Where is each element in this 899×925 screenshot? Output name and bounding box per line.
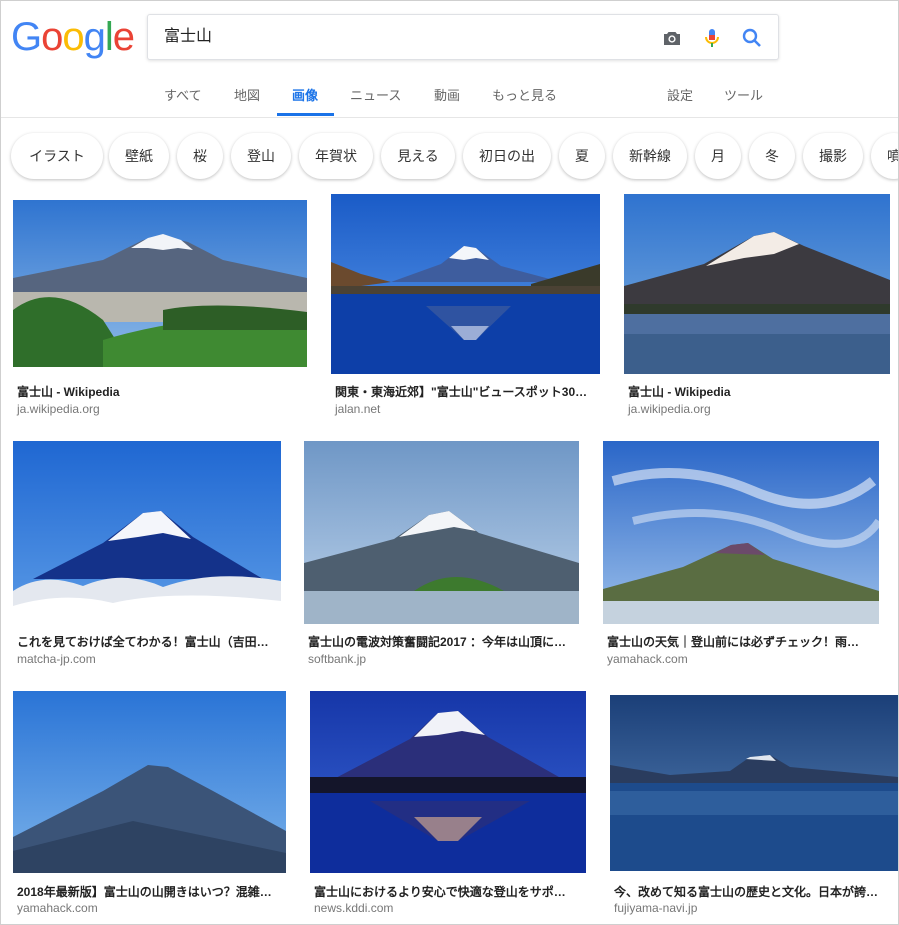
result-source: yamahack.com xyxy=(17,901,98,915)
result-thumbnail[interactable] xyxy=(624,194,890,374)
logo-letter: g xyxy=(83,15,106,59)
image-result[interactable]: 富士山におけるより安心で快適な登山をサポ… news.kddi.com xyxy=(310,691,586,915)
logo-letter: e xyxy=(112,15,135,59)
tab-maps[interactable]: 地図 xyxy=(234,85,260,104)
tab-images[interactable]: 画像 xyxy=(292,85,318,104)
result-title[interactable]: 富士山 - Wikipedia xyxy=(17,383,305,400)
result-thumbnail[interactable] xyxy=(331,194,600,374)
mic-icon[interactable] xyxy=(700,26,724,50)
chip[interactable]: 撮影 xyxy=(803,133,863,179)
chip[interactable]: 初日の出 xyxy=(463,133,551,179)
image-result[interactable]: これを見ておけば全てわかる！富士山（吉田… matcha-jp.com xyxy=(13,441,281,666)
search-box[interactable] xyxy=(147,14,779,60)
tab-more[interactable]: もっと見る xyxy=(492,85,557,104)
result-title[interactable]: 関東・東海近郊】"富士山"ビュースポット30… xyxy=(335,383,597,400)
google-logo[interactable]: Google xyxy=(11,15,135,59)
image-result[interactable]: 富士山 - Wikipedia ja.wikipedia.org xyxy=(624,194,890,418)
search-nav: すべて 地図 画像 ニュース 動画 もっと見る 設定 ツール xyxy=(1,59,898,118)
result-source: ja.wikipedia.org xyxy=(17,402,100,416)
chip[interactable]: イラスト xyxy=(11,133,103,179)
tools-link[interactable]: ツール xyxy=(724,85,763,104)
result-source: matcha-jp.com xyxy=(17,652,96,666)
chip[interactable]: 壁紙 xyxy=(109,133,169,179)
logo-letter: o xyxy=(41,15,63,59)
image-result[interactable]: 2018年最新版】富士山の山開きはいつ？混雑… yamahack.com xyxy=(13,691,286,915)
active-tab-indicator xyxy=(277,113,334,116)
result-source: yamahack.com xyxy=(607,652,688,666)
result-title[interactable]: 富士山の電波対策奮闘記2017 ：今年は山頂に… xyxy=(308,633,576,650)
chip[interactable]: 登山 xyxy=(231,133,291,179)
logo-letter: G xyxy=(11,15,42,59)
result-source: news.kddi.com xyxy=(314,901,394,915)
tab-all[interactable]: すべて xyxy=(164,85,202,104)
image-result[interactable]: 今、改めて知る富士山の歴史と文化。日本が誇… fujiyama-navi.jp xyxy=(610,691,898,915)
settings-link[interactable]: 設定 xyxy=(667,85,693,104)
image-result[interactable]: 富士山 - Wikipedia ja.wikipedia.org xyxy=(13,194,307,418)
image-result[interactable]: 富士山の電波対策奮闘記2017 ：今年は山頂に… softbank.jp xyxy=(304,441,579,666)
search-icon[interactable] xyxy=(740,26,764,50)
result-title[interactable]: 富士山 - Wikipedia xyxy=(628,383,888,400)
chip[interactable]: 夏 xyxy=(559,133,605,179)
camera-icon[interactable] xyxy=(660,26,684,50)
result-thumbnail[interactable] xyxy=(13,691,286,873)
image-result[interactable]: 関東・東海近郊】"富士山"ビュースポット30… jalan.net xyxy=(331,194,600,418)
chip[interactable]: 桜 xyxy=(177,133,223,179)
result-thumbnail[interactable] xyxy=(603,441,879,624)
result-title[interactable]: 今、改めて知る富士山の歴史と文化。日本が誇… xyxy=(614,883,890,900)
chip[interactable]: 年賀状 xyxy=(299,133,373,179)
chip[interactable]: 新幹線 xyxy=(613,133,687,179)
related-search-chips: イラスト 壁紙 桜 登山 年賀状 見える 初日の出 夏 新幹線 月 冬 撮影 噴 xyxy=(1,129,898,185)
logo-letter: l xyxy=(104,15,114,59)
result-thumbnail[interactable] xyxy=(310,691,586,873)
result-title[interactable]: これを見ておけば全てわかる！富士山（吉田… xyxy=(17,633,279,650)
image-result[interactable]: 富士山の天気｜登山前には必ずチェック！雨… yamahack.com xyxy=(603,441,879,666)
chip[interactable]: 冬 xyxy=(749,133,795,179)
tab-news[interactable]: ニュース xyxy=(350,85,401,104)
logo-letter: o xyxy=(62,15,84,59)
google-images-page: Google すべて 地図 画像 ニュース 動画 もっと見る 設定 ツール イラ… xyxy=(0,0,899,925)
result-title[interactable]: 富士山の天気｜登山前には必ずチェック！雨… xyxy=(607,633,877,650)
result-thumbnail[interactable] xyxy=(304,441,579,624)
result-source: ja.wikipedia.org xyxy=(628,402,711,416)
result-title[interactable]: 富士山におけるより安心で快適な登山をサポ… xyxy=(314,883,584,900)
search-input[interactable] xyxy=(164,15,644,59)
chip[interactable]: 月 xyxy=(695,133,741,179)
result-thumbnail[interactable] xyxy=(610,695,898,871)
result-thumbnail[interactable] xyxy=(13,441,281,624)
result-title[interactable]: 2018年最新版】富士山の山開きはいつ？混雑… xyxy=(17,883,284,900)
tab-videos[interactable]: 動画 xyxy=(434,85,460,104)
chip[interactable]: 噴 xyxy=(871,133,898,179)
chip[interactable]: 見える xyxy=(381,133,455,179)
result-source: softbank.jp xyxy=(308,652,367,666)
result-thumbnail[interactable] xyxy=(13,200,307,367)
result-source: fujiyama-navi.jp xyxy=(614,901,698,915)
result-source: jalan.net xyxy=(335,402,381,416)
